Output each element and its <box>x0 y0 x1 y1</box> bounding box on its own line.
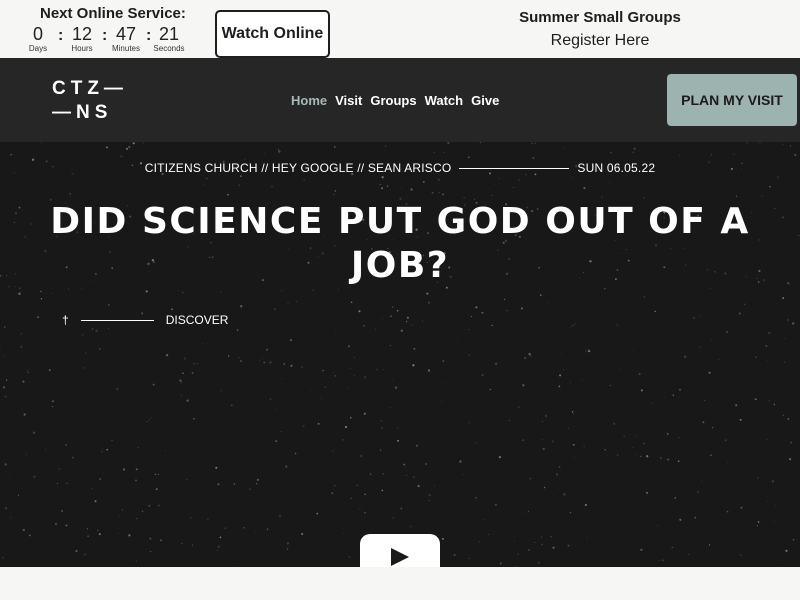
video-play-button[interactable] <box>360 534 440 567</box>
countdown-minutes: 47 Minutes <box>110 24 142 53</box>
nav-link-home[interactable]: Home <box>291 93 327 108</box>
countdown-separator: : <box>102 27 108 44</box>
meta-divider <box>459 167 570 169</box>
sermon-date: SUN 06.05.22 <box>577 161 656 175</box>
sermon-title: DID SCIENCE PUT GOD OUT OF A JOB? <box>50 201 750 286</box>
nav-links: Home Visit Groups Watch Give <box>291 93 499 108</box>
countdown-seconds: 21 Seconds <box>152 24 186 53</box>
logo-line-1: CTZ— <box>52 78 128 99</box>
countdown-separator: : <box>146 27 152 44</box>
hero-section: CITIZENS CHURCH // HEY GOOGLE // SEAN AR… <box>0 142 800 567</box>
cross-icon: † <box>62 313 69 327</box>
register-link[interactable]: Register Here <box>450 32 750 50</box>
watch-online-button[interactable]: Watch Online <box>215 10 330 58</box>
sermon-series-info: CITIZENS CHURCH // HEY GOOGLE // SEAN AR… <box>144 161 452 175</box>
countdown-minutes-label: Minutes <box>111 44 140 53</box>
sermon-meta: CITIZENS CHURCH // HEY GOOGLE // SEAN AR… <box>0 161 800 175</box>
ctzns-logo[interactable]: CTZ— —NS <box>52 78 142 124</box>
plan-my-visit-button[interactable]: PLAN MY VISIT <box>667 74 797 126</box>
main-nav: CTZ— —NS Home Visit Groups Watch Give PL… <box>0 58 800 142</box>
countdown-minutes-value: 47 <box>115 24 137 44</box>
countdown-days-label: Days <box>28 44 48 53</box>
countdown-seconds-value: 21 <box>158 24 180 44</box>
page-bottom-strip <box>0 567 800 600</box>
discover-link[interactable]: † DISCOVER <box>62 313 228 327</box>
play-icon <box>391 548 409 566</box>
countdown-hours-value: 12 <box>71 24 93 44</box>
countdown-seconds-label: Seconds <box>153 44 185 53</box>
nav-link-visit[interactable]: Visit <box>335 93 362 108</box>
announcement-bar: Next Online Service: 0 Days : 12 Hours :… <box>0 0 800 58</box>
countdown-hours-label: Hours <box>71 44 93 53</box>
logo-line-2: —NS <box>52 102 113 123</box>
summer-groups-title: Summer Small Groups <box>519 9 681 26</box>
nav-link-give[interactable]: Give <box>471 93 499 108</box>
nav-link-groups[interactable]: Groups <box>370 93 416 108</box>
next-service-label: Next Online Service: <box>40 5 186 22</box>
discover-divider <box>80 319 154 321</box>
countdown-hours: 12 Hours <box>68 24 96 53</box>
nav-link-watch[interactable]: Watch <box>425 93 464 108</box>
countdown-separator: : <box>58 27 64 44</box>
countdown-days-value: 0 <box>32 24 43 44</box>
countdown-days: 0 Days <box>28 24 48 53</box>
discover-label: DISCOVER <box>165 313 229 327</box>
